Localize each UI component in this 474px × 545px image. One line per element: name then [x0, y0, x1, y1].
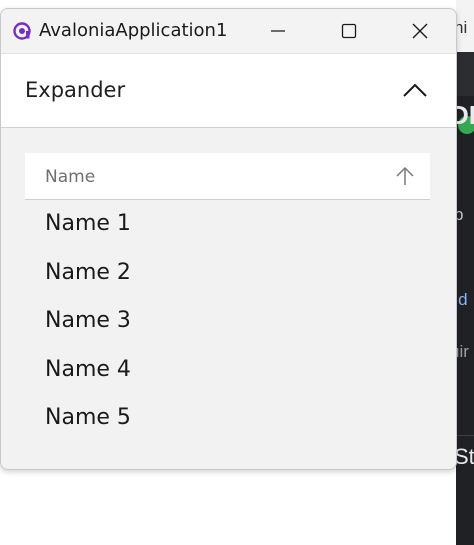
table-row[interactable]: Name 4: [25, 346, 430, 395]
row-name-cell: Name 5: [45, 405, 131, 430]
grid-rows: Name 1 Name 2 Name 3 Name 4 Name 5: [25, 200, 430, 443]
arrow-up-icon: [396, 166, 414, 185]
row-name-cell: Name 3: [45, 308, 131, 333]
expander-header[interactable]: Expander: [1, 53, 456, 128]
background-app-heading: DI: [456, 100, 474, 130]
background-app-divider: [456, 435, 474, 436]
background-app-tabbar: ni: [456, 0, 474, 52]
window-title: AvaloniaApplication1: [39, 20, 228, 41]
background-app-toolbar: [456, 52, 474, 134]
title-bar[interactable]: AvaloniaApplication1: [1, 9, 456, 53]
background-app-tab-text: ni: [456, 18, 468, 37]
row-name-cell: Name 4: [45, 356, 131, 382]
data-grid: Name Name 1 Name 2 Name 3 Name 4 Name 5: [25, 153, 430, 443]
close-icon: [412, 23, 428, 39]
table-row[interactable]: Name 3: [25, 297, 430, 346]
background-app-text-2: uir: [456, 342, 469, 361]
background-app: ni DI p a d uir Sta: [456, 0, 474, 545]
expander-title: Expander: [25, 78, 126, 102]
background-app-text: p: [456, 205, 464, 224]
column-header-name[interactable]: Name: [25, 153, 430, 200]
row-name-cell: Name 2: [45, 259, 131, 285]
chevron-up-icon[interactable]: [401, 78, 429, 102]
desktop: ni DI p a d uir Sta AvaloniaApplication1: [0, 0, 474, 545]
table-row[interactable]: Name 5: [25, 394, 430, 443]
table-row[interactable]: Name 2: [25, 249, 430, 298]
row-name-cell: Name 1: [45, 211, 131, 236]
background-app-link: a d: [456, 290, 468, 309]
avalonia-logo-icon: [13, 22, 31, 40]
close-button[interactable]: [390, 9, 450, 53]
column-header-label: Name: [45, 167, 96, 187]
maximize-button[interactable]: [319, 9, 379, 53]
minimize-icon: [271, 30, 285, 32]
background-app-label: Sta: [456, 444, 474, 469]
table-row[interactable]: Name 1: [25, 200, 430, 249]
maximize-icon: [341, 23, 357, 39]
minimize-button[interactable]: [248, 9, 308, 53]
app-window: AvaloniaApplication1 Expander Name Name …: [0, 8, 457, 470]
